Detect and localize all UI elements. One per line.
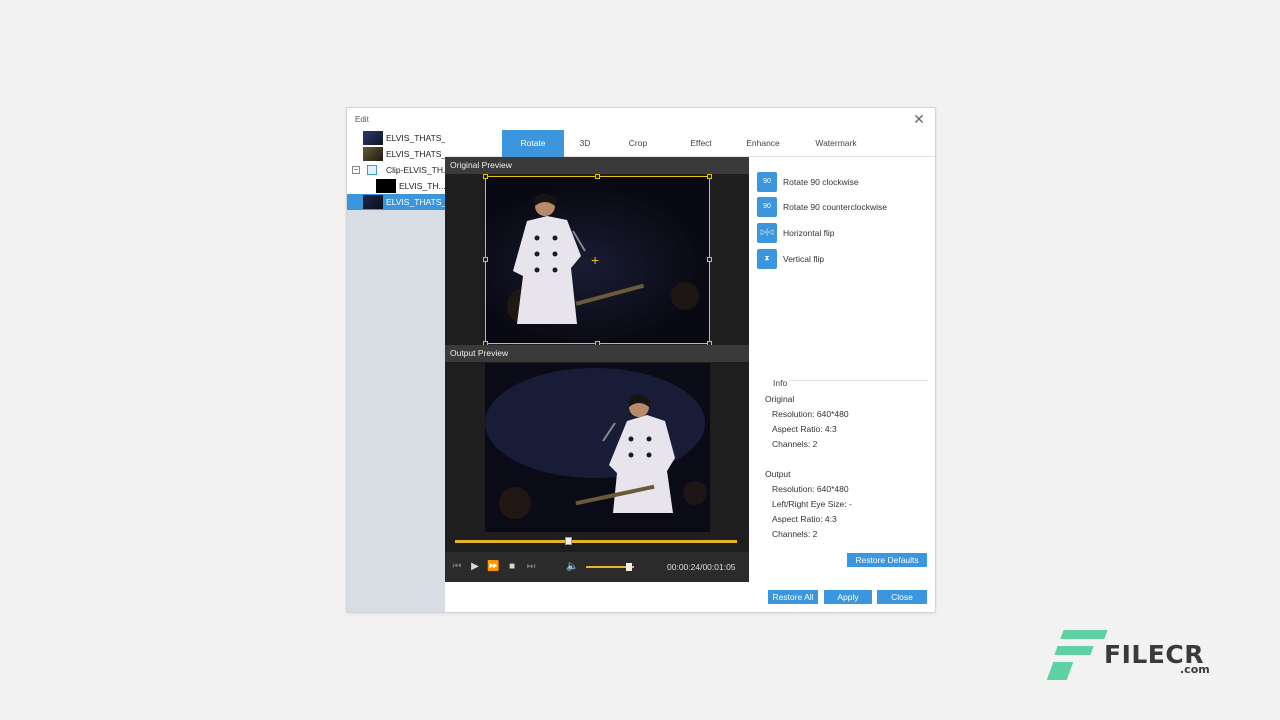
rotate-counterclockwise-button[interactable]: 90 Rotate 90 counterclockwise [757, 197, 927, 217]
play-icon[interactable]: ▶ [469, 561, 481, 573]
output-eye-size: Left/Right Eye Size: - [772, 499, 852, 509]
crop-frame[interactable]: + [483, 174, 712, 346]
close-button[interactable]: Close [877, 590, 927, 604]
original-resolution: Resolution: 640*480 [772, 409, 849, 419]
output-aspect-ratio: Aspect Ratio: 4:3 [772, 514, 837, 524]
output-resolution: Resolution: 640*480 [772, 484, 849, 494]
timeline-handle[interactable] [564, 537, 572, 545]
skip-forward-icon[interactable]: ⏭ [525, 561, 537, 573]
title-bar: Edit ✕ [347, 108, 935, 130]
list-item-label: ELVIS_THATS_ [386, 133, 445, 143]
rotate-options-panel: 90 Rotate 90 clockwise 90 Rotate 90 coun… [749, 157, 935, 582]
output-preview-label: Output Preview [445, 345, 749, 362]
output-video [485, 363, 710, 532]
tab-rotate[interactable]: Rotate [502, 130, 564, 157]
fast-forward-icon[interactable]: ⏩ [487, 561, 499, 573]
crop-handle[interactable] [707, 174, 712, 179]
playback-controls: ⏮ ▶ ⏩ ■ ⏭ 🔈 00:00:24/00:01:05 [445, 552, 749, 582]
info-divider [773, 380, 928, 381]
crop-handle[interactable] [595, 174, 600, 179]
performer-image [485, 363, 710, 532]
horizontal-flip-button[interactable]: ▷|◁ Horizontal flip [757, 223, 927, 243]
crosshair-icon: + [591, 252, 600, 268]
video-thumbnail [363, 147, 383, 161]
vertical-flip-button[interactable]: ⧗ Vertical flip [757, 249, 927, 269]
info-legend: Info [771, 378, 790, 388]
stop-icon[interactable]: ■ [506, 561, 518, 573]
rotate-cw-icon: 90 [757, 172, 777, 192]
tab-crop[interactable]: Crop [616, 130, 660, 157]
action-label: Rotate 90 clockwise [783, 177, 859, 187]
list-item[interactable]: ELVIS_THATS_ [347, 146, 445, 162]
dialog-title: Edit [355, 115, 369, 124]
output-channels: Channels: 2 [772, 529, 818, 539]
restore-all-button[interactable]: Restore All [768, 590, 818, 604]
edit-tabs: Rotate 3D Crop Effect Enhance Watermark [445, 130, 935, 157]
apply-button[interactable]: Apply [824, 590, 872, 604]
file-list-sidebar: ELVIS_THATS_ ELVIS_THATS_ − Clip-ELVIS_T… [347, 130, 445, 612]
crop-handle[interactable] [483, 174, 488, 179]
logo-domain: .com [1180, 663, 1210, 676]
horizontal-flip-icon: ▷|◁ [757, 223, 777, 243]
logo-stripe [1046, 662, 1074, 680]
timecode: 00:00:24/00:01:05 [667, 562, 736, 572]
original-aspect-ratio: Aspect Ratio: 4:3 [772, 424, 837, 434]
close-icon[interactable]: ✕ [911, 111, 927, 127]
preview-panel: Original Preview + Output Preview ⏮ ▶ ⏩ … [445, 157, 749, 582]
original-heading: Original [765, 394, 795, 404]
filecr-logo: FILECR .com [1046, 628, 1218, 684]
vertical-flip-icon: ⧗ [757, 249, 777, 269]
action-label: Horizontal flip [783, 228, 835, 238]
clip-icon [367, 165, 377, 175]
list-item[interactable]: ELVIS_THATS_ [347, 130, 445, 146]
edit-dialog: Edit ✕ ELVIS_THATS_ ELVIS_THATS_ − Clip-… [346, 107, 936, 613]
dialog-footer: Restore All Apply Close [445, 582, 935, 612]
original-channels: Channels: 2 [772, 439, 818, 449]
action-label: Rotate 90 counterclockwise [783, 202, 887, 212]
rotate-clockwise-button[interactable]: 90 Rotate 90 clockwise [757, 172, 927, 192]
action-label: Vertical flip [783, 254, 825, 264]
rotate-ccw-icon: 90 [757, 197, 777, 217]
video-thumbnail [363, 195, 383, 209]
tab-watermark[interactable]: Watermark [805, 130, 867, 157]
volume-slider[interactable] [586, 563, 634, 571]
list-item-selected[interactable]: ELVIS_THATS_ [347, 194, 445, 210]
tab-3d[interactable]: 3D [564, 130, 606, 157]
video-thumbnail [363, 131, 383, 145]
original-preview-label: Original Preview [445, 157, 749, 174]
video-thumbnail [376, 179, 396, 193]
tab-enhance[interactable]: Enhance [738, 130, 788, 157]
logo-stripe [1060, 630, 1108, 639]
list-item-label: ELVIS_THATS_ [386, 149, 445, 159]
volume-handle[interactable] [626, 563, 633, 571]
output-heading: Output [765, 469, 791, 479]
restore-defaults-button[interactable]: Restore Defaults [847, 553, 927, 567]
list-item-label: ELVIS_TH... [399, 181, 445, 191]
list-item-label: ELVIS_THATS_ [386, 197, 445, 207]
tab-effect[interactable]: Effect [678, 130, 724, 157]
crop-handle[interactable] [483, 257, 488, 262]
logo-stripe [1054, 646, 1094, 655]
list-item-label: Clip-ELVIS_TH... [386, 165, 445, 175]
crop-handle[interactable] [707, 257, 712, 262]
list-item-clip-group[interactable]: − Clip-ELVIS_TH... [347, 162, 445, 178]
list-item[interactable]: ELVIS_TH... [347, 178, 445, 194]
volume-icon[interactable]: 🔈 [566, 561, 578, 573]
skip-back-icon[interactable]: ⏮ [451, 561, 463, 573]
timeline-slider[interactable] [455, 537, 737, 545]
collapse-icon[interactable]: − [352, 166, 360, 174]
